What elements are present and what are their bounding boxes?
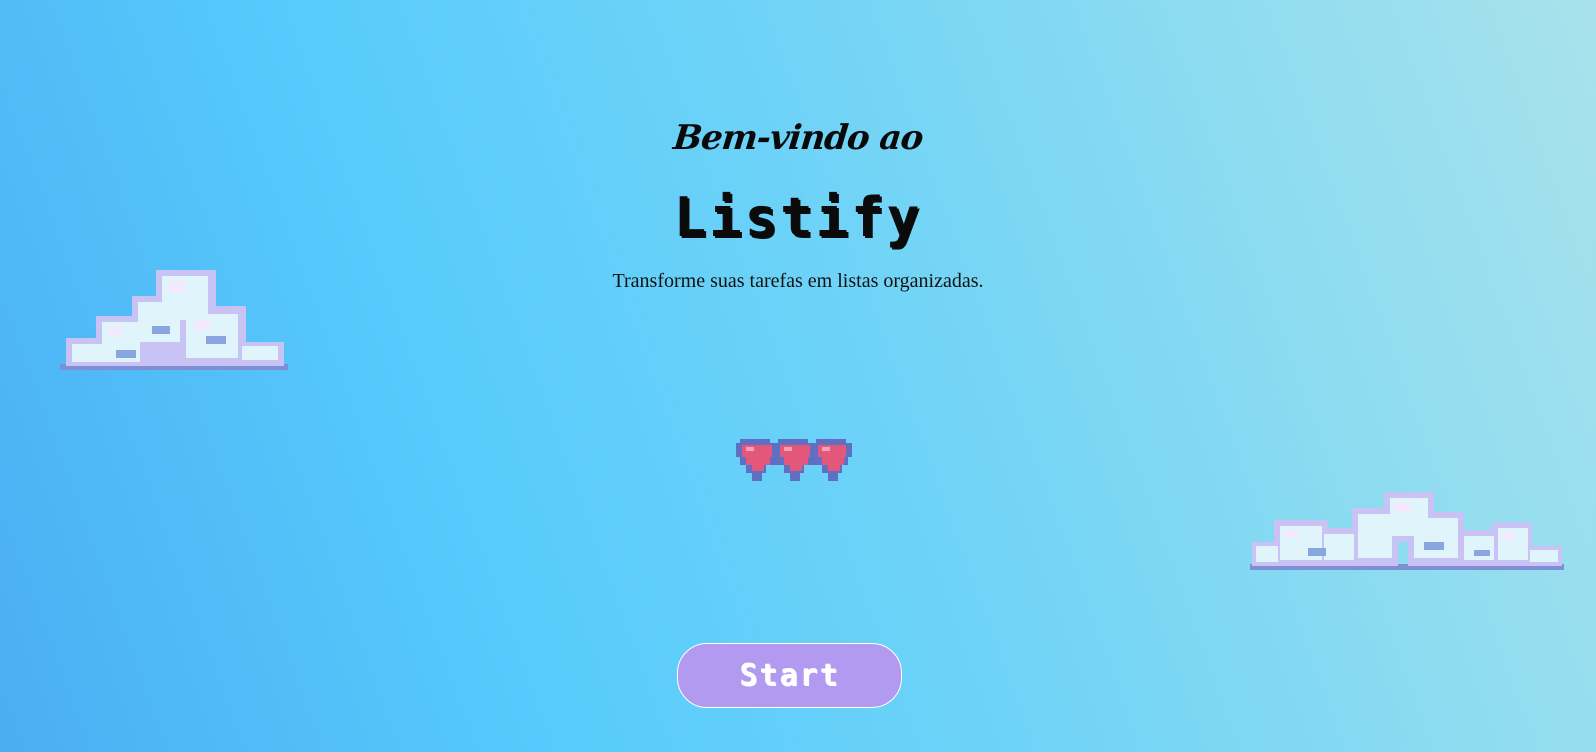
welcome-heading: Bem-vindo ao	[671, 118, 925, 158]
hearts-icon	[736, 439, 852, 481]
start-button[interactable]: Start	[677, 643, 902, 708]
cloud-icon	[1250, 492, 1564, 570]
brand-title: Listify	[673, 186, 923, 249]
cloud-icon	[60, 270, 288, 370]
